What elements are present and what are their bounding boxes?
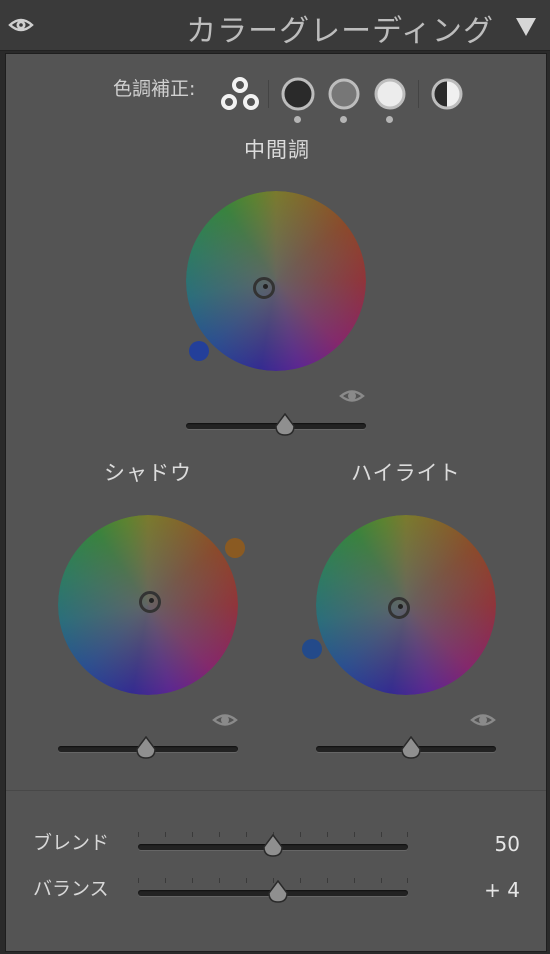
shadows-label: シャドウ [104,461,192,485]
highlights-color-swatch[interactable] [302,639,322,659]
shadows-color-wheel[interactable] [58,515,238,695]
shadows-color-swatch[interactable] [225,538,245,558]
highlights-eye-icon[interactable] [470,710,496,730]
adjust-label: 色調補正: [113,78,196,100]
blend-label: ブレンド [33,832,110,854]
separator [418,80,419,108]
highlights-luminance-slider[interactable] [316,736,496,762]
three-circles-icon[interactable] [221,76,259,112]
color-grading-panel: カラーグレーディング 色調補正: 中間調 シャドウ ハイライト ブレンド 50 … [0,0,550,954]
blend-slider[interactable] [138,834,408,860]
separator [268,80,269,108]
half-circle-icon[interactable] [429,76,465,112]
section-divider [6,790,546,791]
midtones-color-wheel[interactable] [186,191,366,371]
light-circle-icon[interactable] [372,76,408,112]
midtones-luminance-slider[interactable] [186,413,366,439]
mode-indicator-dot [386,116,393,123]
slider-thumb[interactable] [262,834,284,858]
triangle-down-icon[interactable] [516,18,536,36]
slider-thumb[interactable] [135,736,157,760]
slider-thumb[interactable] [400,736,422,760]
balance-slider[interactable] [138,880,408,906]
shadows-luminance-slider[interactable] [58,736,238,762]
balance-label: バランス [33,878,109,900]
midtones-wheel-handle[interactable] [253,277,275,299]
shadows-wheel-handle[interactable] [139,591,161,613]
highlights-wheel-handle[interactable] [388,597,410,619]
slider-thumb[interactable] [274,413,296,437]
shadows-eye-icon[interactable] [212,710,238,730]
balance-value[interactable]: + 4 [484,878,520,902]
highlights-color-wheel[interactable] [316,515,496,695]
midtones-eye-icon[interactable] [339,386,365,406]
dark-circle-icon[interactable] [280,76,316,112]
panel-body: 色調補正: 中間調 シャドウ ハイライト ブレンド 50 バランス + 4 [5,53,547,952]
highlights-label: ハイライト [351,461,461,485]
mode-indicator-dot [340,116,347,123]
midtones-label: 中間調 [244,138,310,162]
midtones-color-swatch[interactable] [189,341,209,361]
blend-value[interactable]: 50 [495,832,520,856]
mid-circle-icon[interactable] [326,76,362,112]
eye-icon[interactable] [8,14,34,36]
slider-thumb[interactable] [267,880,289,904]
panel-title: カラーグレーディング [186,14,494,49]
wheel-saturation [186,191,366,371]
panel-header[interactable]: カラーグレーディング [0,0,550,51]
mode-indicator-dot [294,116,301,123]
